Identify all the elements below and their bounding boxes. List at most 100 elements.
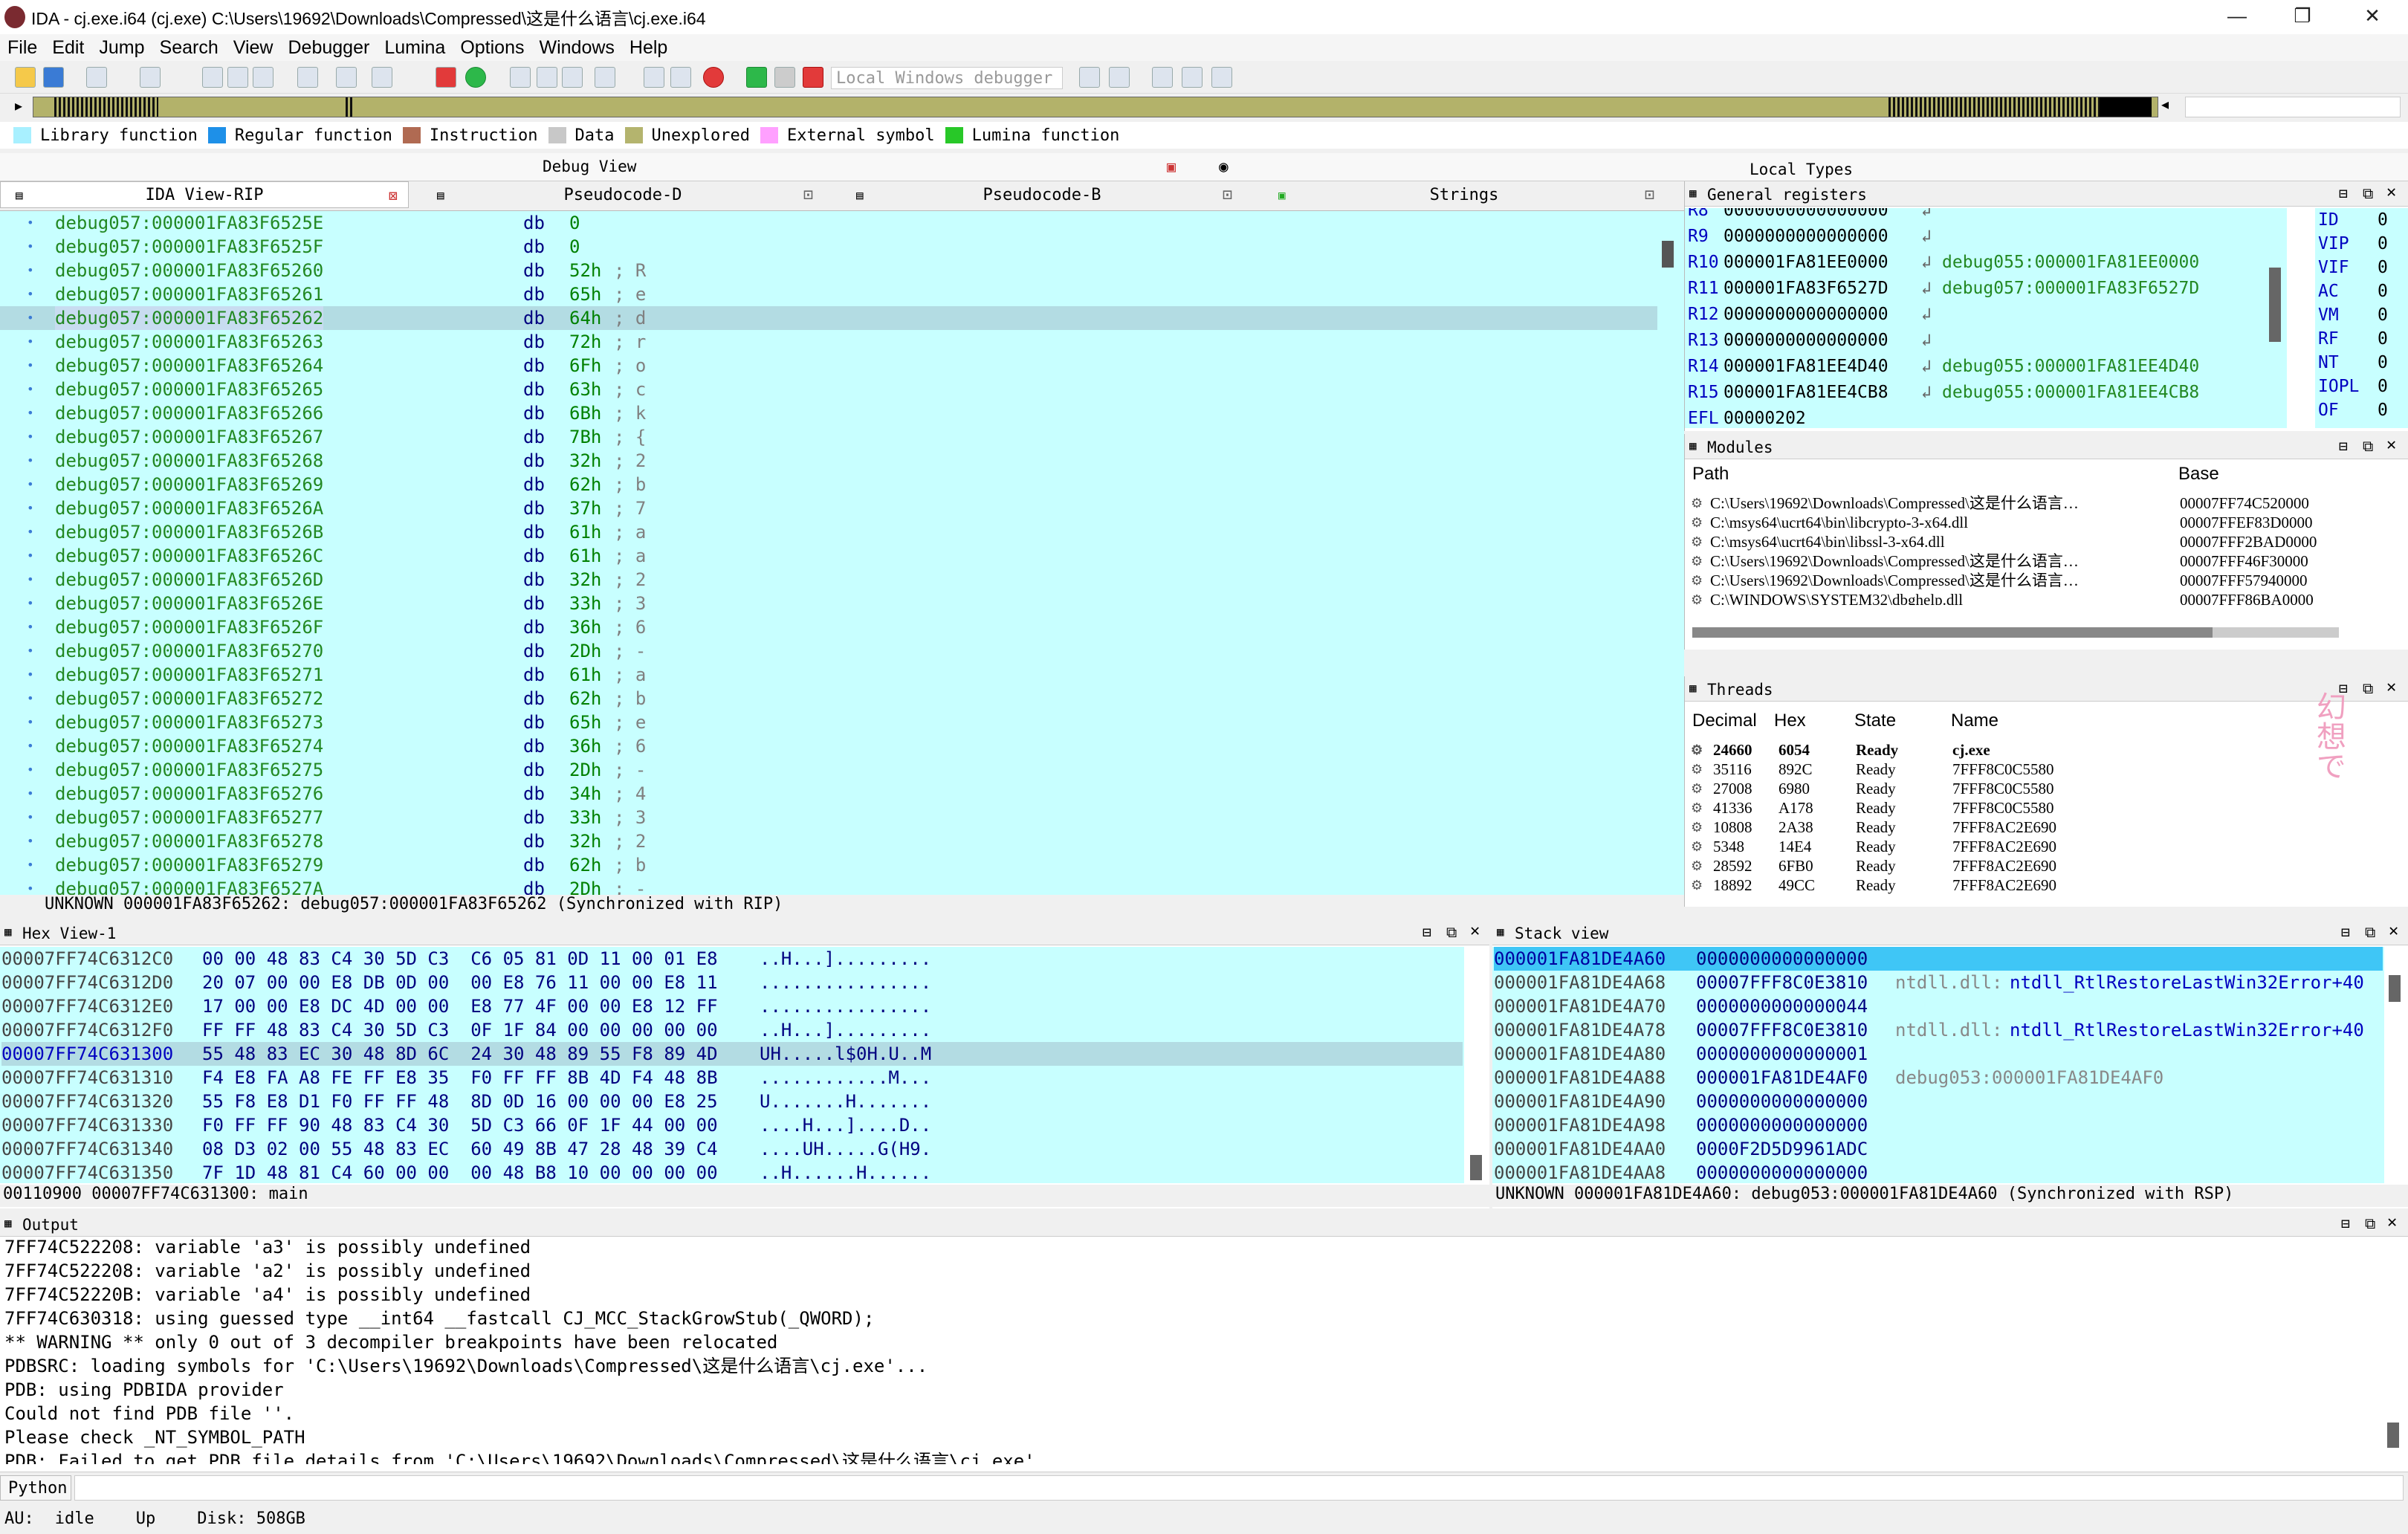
menu-lumina[interactable]: Lumina xyxy=(377,37,453,59)
hex-row[interactable]: 00007FF74C631300 55 48 83 EC 30 48 8D 6C … xyxy=(1,1042,1463,1066)
step-into-icon[interactable] xyxy=(1079,67,1100,88)
disasm-line[interactable]: • debug057:000001FA83F65275 db 2Dh ; - xyxy=(0,758,1657,782)
disasm-line[interactable]: • debug057:000001FA83F65279 db 62h ; b xyxy=(0,853,1657,877)
stack-list[interactable]: 000001FA81DE4A60 0000000000000000 000001FA… xyxy=(1492,947,2384,1183)
register-jump-icon[interactable]: ↲ xyxy=(1921,328,1932,354)
disasm-line[interactable]: • debug057:000001FA83F65271 db 61h ; a xyxy=(0,663,1657,687)
graph-icon[interactable] xyxy=(436,67,456,88)
register-ref[interactable]: debug055:000001FA81EE4D40 xyxy=(1942,354,2199,380)
register-jump-icon[interactable]: ↲ xyxy=(1921,250,1932,276)
disasm-line[interactable]: • debug057:000001FA83F65266 db 6Bh ; k xyxy=(0,401,1657,425)
restore-icon[interactable]: ⧉ xyxy=(2365,1214,2375,1232)
disasm-address[interactable]: debug057:000001FA83F65272 xyxy=(55,687,323,711)
disasm-address[interactable]: debug057:000001FA83F65279 xyxy=(55,853,323,877)
hex-bytes[interactable]: F4 E8 FA A8 FE FF E8 35 F0 FF FF 8B 4D F… xyxy=(202,1066,718,1090)
register-list[interactable]: R8 0000000000000000 ↲ R9 0000000000000000 ↲ R1… xyxy=(1685,208,2287,428)
disasm-line[interactable]: • debug057:000001FA83F65276 db 34h ; 4 xyxy=(0,782,1657,806)
stack-symbol[interactable]: ntdll_RtlRestoreLastWin32Error+40 xyxy=(2010,1018,2364,1042)
register-value[interactable]: 000001FA81EE4D40 xyxy=(1724,354,1888,380)
output-text[interactable]: 7FF74C522208: variable 'a3' is possibly … xyxy=(4,1235,2368,1464)
stack-value[interactable]: 0000000000000000 xyxy=(1696,1113,1868,1137)
register-value[interactable]: 0000000000000000 xyxy=(1724,328,1888,354)
close-icon[interactable]: ✕ xyxy=(2386,678,2396,696)
pause-icon[interactable] xyxy=(774,67,795,88)
disasm-address[interactable]: debug057:000001FA83F65265 xyxy=(55,378,323,401)
close-icon[interactable]: ✕ xyxy=(1470,922,1480,940)
disasm-line[interactable]: • debug057:000001FA83F65269 db 62h ; b xyxy=(0,473,1657,496)
nav-right-arrow-icon[interactable]: ◂ xyxy=(2161,95,2169,114)
stack-row[interactable]: 000001FA81DE4A60 0000000000000000 xyxy=(1494,947,2383,971)
modules-col-base[interactable]: Base xyxy=(2178,464,2219,485)
stop-icon[interactable] xyxy=(803,67,823,88)
hex-row[interactable]: 00007FF74C631320 55 F8 E8 D1 F0 FF FF 48 … xyxy=(1,1090,1463,1113)
register-value[interactable]: 00000202 xyxy=(1724,406,1806,428)
disasm-line[interactable]: • debug057:000001FA83F65272 db 62h ; b xyxy=(0,687,1657,711)
modules-col-path[interactable]: Path xyxy=(1692,464,1729,485)
tab-pseudocode-d[interactable]: ▤ Pseudocode-D ⊡ xyxy=(422,181,823,208)
disasm-scrollbar[interactable] xyxy=(1662,241,1674,268)
trace-options-icon[interactable] xyxy=(1182,67,1203,88)
hex-row[interactable]: 00007FF74C631350 7F 1D 48 81 C4 60 00 00 … xyxy=(1,1161,1463,1183)
thread-row[interactable]: ⚙ 41336 A178 Ready 7FFF8C0C5580 xyxy=(1691,798,2360,818)
hex-row[interactable]: 00007FF74C6312D0 20 07 00 00 E8 DB 0D 00 … xyxy=(1,971,1463,994)
disasm-line[interactable]: • debug057:000001FA83F6525E db 0 xyxy=(0,211,1657,235)
stack-value[interactable]: 0000000000000000 xyxy=(1696,947,1868,971)
hex-bytes[interactable]: 00 00 48 83 C4 30 5D C3 C6 05 81 0D 11 0… xyxy=(202,947,718,971)
stack-row[interactable]: 000001FA81DE4AA0 0000F2D5D9961ADC xyxy=(1494,1137,2383,1161)
disasm-address[interactable]: debug057:000001FA83F6526A xyxy=(55,496,323,520)
stack-row[interactable]: 000001FA81DE4AA8 0000000000000000 xyxy=(1494,1161,2383,1183)
module-row[interactable]: ⚙ C:\Users\19692\Downloads\Compressed\这是什… xyxy=(1691,551,2382,571)
stack-row[interactable]: 000001FA81DE4A98 0000000000000000 xyxy=(1494,1113,2383,1137)
disasm-line[interactable]: • debug057:000001FA83F6526A db 37h ; 7 xyxy=(0,496,1657,520)
register-jump-icon[interactable]: ↲ xyxy=(1921,354,1932,380)
close-icon[interactable]: ✕ xyxy=(2389,922,2398,940)
restore-icon[interactable]: ⧉ xyxy=(2363,437,2373,455)
hex-bytes[interactable]: 7F 1D 48 81 C4 60 00 00 00 48 B8 10 00 0… xyxy=(202,1161,718,1183)
thread-row[interactable]: ⚙ 24660 6054 Ready cj.exe xyxy=(1691,740,2360,760)
functions-icon[interactable] xyxy=(227,67,248,88)
close-icon[interactable]: ✕ xyxy=(2387,1213,2397,1232)
register-value[interactable]: 000001FA83F6527D xyxy=(1724,276,1888,302)
float-icon[interactable]: ⊟ xyxy=(2339,184,2348,202)
disasm-address[interactable]: debug057:000001FA83F65268 xyxy=(55,449,323,473)
disasm-address[interactable]: debug057:000001FA83F65278 xyxy=(55,829,323,853)
menu-search[interactable]: Search xyxy=(152,37,226,59)
disasm-address[interactable]: debug057:000001FA83F6526E xyxy=(55,592,323,615)
disasm-address[interactable]: debug057:000001FA83F65260 xyxy=(55,259,323,282)
stack-ref[interactable]: ntdll.dll: xyxy=(1895,1018,2003,1042)
hex-row[interactable]: 00007FF74C6312E0 17 00 00 E8 DC 4D 00 00 … xyxy=(1,994,1463,1018)
menu-options[interactable]: Options xyxy=(453,37,531,59)
hex-row[interactable]: 00007FF74C6312C0 00 00 48 83 C4 30 5D C3 … xyxy=(1,947,1463,971)
close-icon[interactable]: ✕ xyxy=(2386,183,2396,201)
tab-close-icon[interactable]: ⊡ xyxy=(1645,186,1654,204)
disasm-address[interactable]: debug057:000001FA83F65270 xyxy=(55,639,323,663)
flag-value[interactable]: 0 xyxy=(2378,303,2388,327)
imports-icon[interactable] xyxy=(297,67,318,88)
cli-language-button[interactable]: Python xyxy=(0,1475,71,1501)
flag-value[interactable]: 0 xyxy=(2378,232,2388,256)
stack-value[interactable]: 0000000000000044 xyxy=(1696,994,1868,1018)
register-ref[interactable]: debug057:000001FA83F6527D xyxy=(1942,276,2199,302)
stack-symbol[interactable]: ntdll_RtlRestoreLastWin32Error+40 xyxy=(2010,971,2364,994)
tab-strings[interactable]: ▣ Strings ⊡ xyxy=(1263,181,1665,208)
nav-select[interactable] xyxy=(2185,97,2401,117)
lumina-icon[interactable] xyxy=(465,67,486,88)
menu-jump[interactable]: Jump xyxy=(91,37,152,59)
open-folder-icon[interactable] xyxy=(15,67,36,88)
register-jump-icon[interactable]: ↲ xyxy=(1921,302,1932,328)
disasm-line[interactable]: • debug057:000001FA83F65267 db 7Bh ; { xyxy=(0,425,1657,449)
disasm-address[interactable]: debug057:000001FA83F6526B xyxy=(55,520,323,544)
hex-bytes[interactable]: 55 F8 E8 D1 F0 FF FF 48 8D 0D 16 00 00 0… xyxy=(202,1090,718,1113)
xref-icon[interactable] xyxy=(336,67,357,88)
float-icon[interactable]: ⊟ xyxy=(2341,923,2350,941)
disasm-address[interactable]: debug057:000001FA83F65276 xyxy=(55,782,323,806)
stack-value[interactable]: 00007FFF8C0E3810 xyxy=(1696,971,1868,994)
register-value[interactable]: 0000000000000000 xyxy=(1724,302,1888,328)
tab-close-icon[interactable]: ⊡ xyxy=(1223,186,1232,204)
register-value[interactable]: 000001FA81EE4CB8 xyxy=(1724,380,1888,406)
float-icon[interactable]: ⊟ xyxy=(2339,437,2348,455)
flag-value[interactable]: 0 xyxy=(2378,256,2388,279)
menu-windows[interactable]: Windows xyxy=(531,37,621,59)
disasm-address[interactable]: debug057:000001FA83F6526D xyxy=(55,568,323,592)
struct-icon[interactable] xyxy=(562,67,583,88)
